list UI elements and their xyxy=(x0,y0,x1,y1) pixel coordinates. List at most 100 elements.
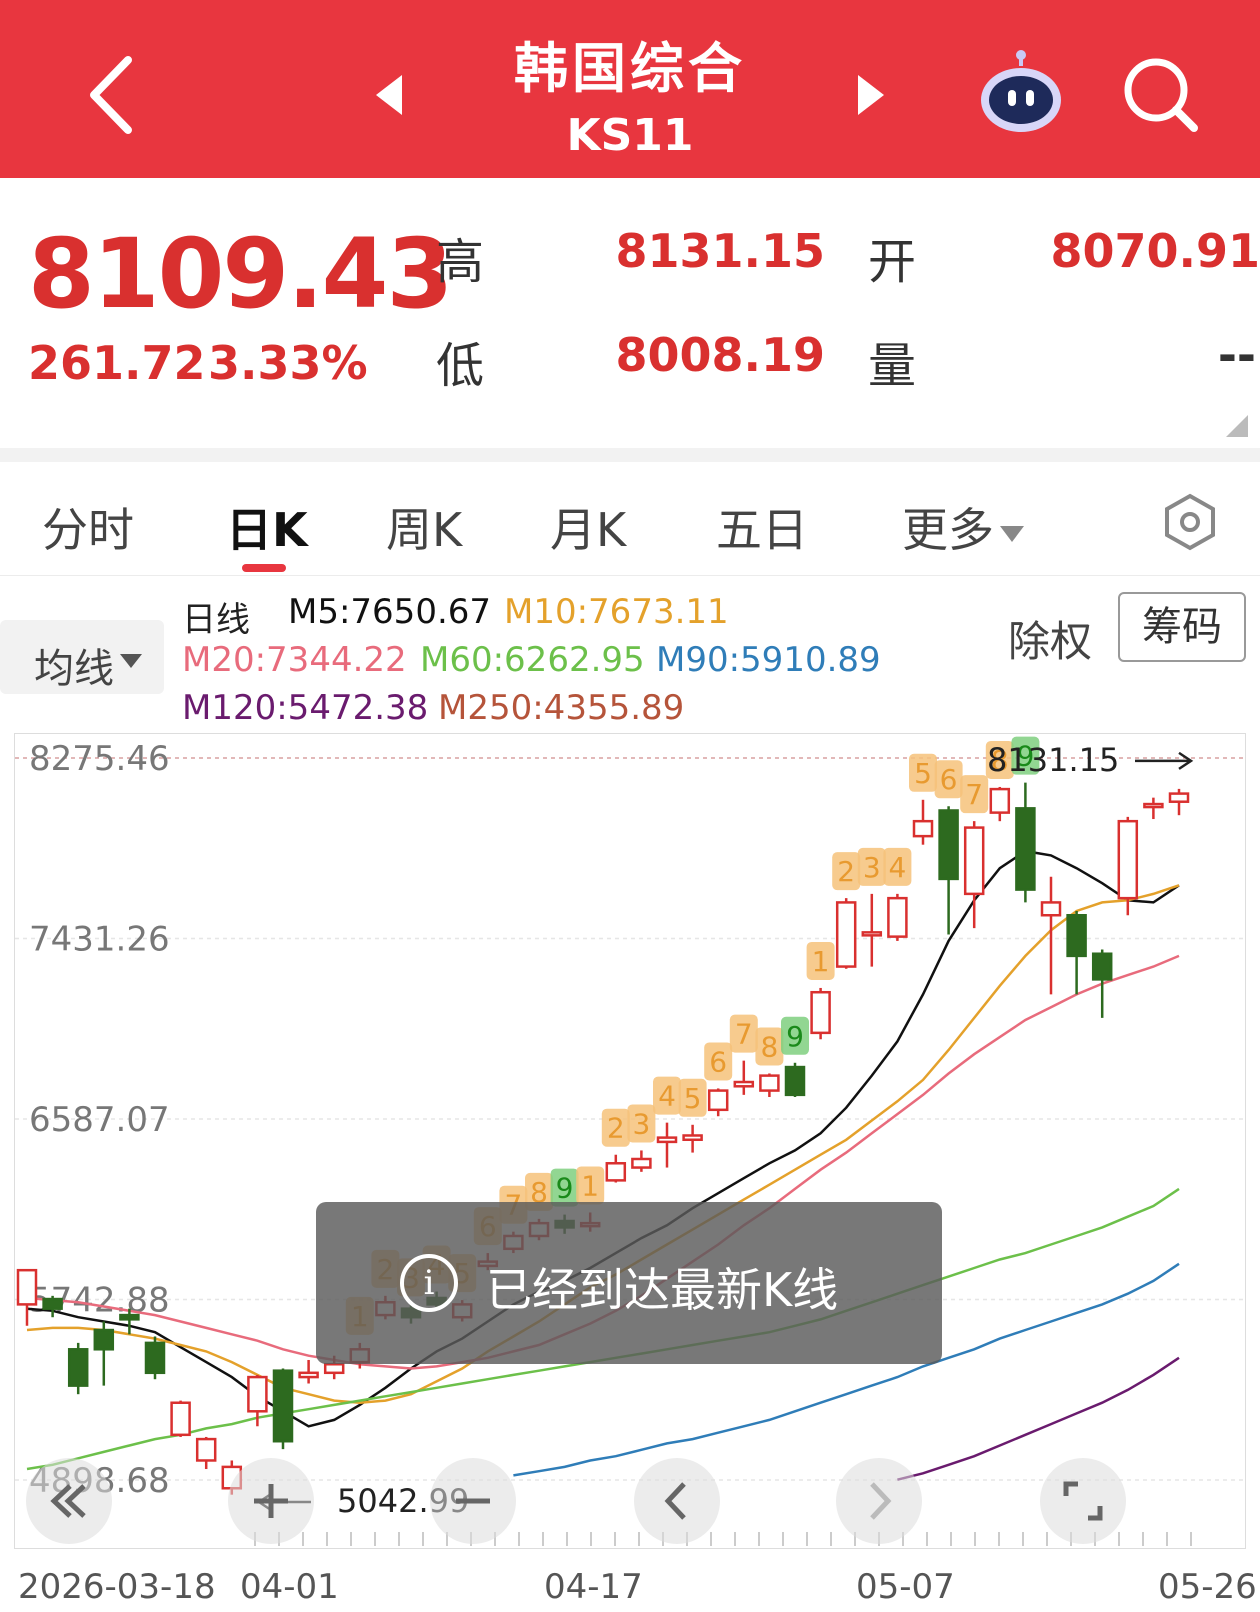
candle-down xyxy=(784,1065,806,1097)
ma-m90: M90:5910.89 xyxy=(656,640,881,680)
zoom-out-button[interactable] xyxy=(430,1458,516,1544)
chip-distribution-button[interactable]: 筹码 xyxy=(1118,592,1246,662)
candle-down xyxy=(1015,807,1036,891)
ma-m120: M120:5472.38 xyxy=(182,688,429,728)
ma-m60: M60:6262.95 xyxy=(420,640,645,680)
search-button[interactable] xyxy=(1118,52,1202,136)
candle-up xyxy=(861,931,883,937)
candle-up xyxy=(835,901,857,968)
tab-more-label: 更多 xyxy=(902,503,994,557)
next-stock-button[interactable] xyxy=(850,70,890,120)
td-sequence-label: 5 xyxy=(914,757,932,790)
td-sequence-label: 7 xyxy=(735,1018,753,1051)
fullscreen-button[interactable] xyxy=(1040,1458,1126,1544)
ma-m20: M20:7344.22 xyxy=(182,640,407,680)
robot-icon xyxy=(981,50,1061,132)
y-tick-label: 6587.07 xyxy=(29,1100,170,1140)
td-sequence-label: 7 xyxy=(965,778,983,811)
candle-up xyxy=(989,787,1011,814)
expand-corner-icon[interactable] xyxy=(1226,415,1248,437)
ma-m5: M5:7650.67 xyxy=(288,592,492,632)
high-label: 高 xyxy=(436,234,485,290)
td-sequence-label: 2 xyxy=(837,855,855,888)
chevron-left-icon xyxy=(664,1482,686,1520)
price-change-percent: 3.33% xyxy=(208,336,368,390)
candle-up xyxy=(810,990,831,1035)
assistant-button[interactable] xyxy=(975,48,1067,138)
td-sequence-label: 4 xyxy=(658,1080,676,1113)
stock-code: KS11 xyxy=(566,110,694,161)
candle-down xyxy=(938,809,959,881)
td-sequence-label: 1 xyxy=(581,1169,599,1202)
zoom-out-icon xyxy=(456,1498,490,1504)
app-header: 韩国综合 KS11 xyxy=(0,0,1260,178)
fullscreen-icon xyxy=(1063,1481,1103,1521)
candle-up xyxy=(16,1268,38,1306)
period-label: 日线 xyxy=(182,600,250,640)
candle-down xyxy=(144,1341,166,1375)
x-tick-label: 04-01 xyxy=(240,1567,339,1607)
quote-panel: 8109.43 261.72 3.33% 高 8131.15 开 8070.91… xyxy=(0,178,1260,448)
candle-up xyxy=(195,1437,217,1462)
low-value: 8008.19 xyxy=(615,328,825,382)
hexagon-settings-icon xyxy=(1165,493,1215,551)
candle-up xyxy=(963,826,985,896)
ma-selector-label: 均线 xyxy=(34,646,114,692)
caret-down-icon xyxy=(1000,525,1024,542)
ma-m10: M10:7673.11 xyxy=(504,592,729,632)
candle-up xyxy=(656,1136,678,1144)
tab-daily-k[interactable]: 日K xyxy=(226,494,308,560)
triangle-right-icon xyxy=(858,75,884,115)
td-sequence-label: 4 xyxy=(888,851,906,884)
volume-label: 量 xyxy=(868,338,917,394)
x-tick-label: 04-17 xyxy=(544,1567,643,1607)
candle-up xyxy=(733,1080,755,1088)
candle-down xyxy=(93,1328,115,1351)
scroll-left-button[interactable] xyxy=(634,1458,720,1544)
td-sequence-label: 2 xyxy=(607,1112,625,1145)
x-tick-label: 2026-03-18 xyxy=(18,1567,216,1607)
last-price: 8109.43 xyxy=(28,218,453,330)
price-change: 261.72 xyxy=(28,336,206,390)
ex-rights-toggle[interactable]: 除权 xyxy=(1008,608,1092,669)
open-value: 8070.91 xyxy=(1050,224,1260,278)
zoom-in-button[interactable] xyxy=(228,1458,314,1544)
caret-down-icon xyxy=(120,654,142,668)
td-sequence-label: 9 xyxy=(786,1020,804,1053)
ma-line-m120 xyxy=(897,1356,1180,1481)
candle-up xyxy=(707,1089,729,1112)
ma-m250: M250:4355.89 xyxy=(438,688,685,728)
rewind-button[interactable] xyxy=(26,1458,112,1544)
candle-up xyxy=(170,1401,191,1437)
search-icon xyxy=(1124,58,1198,132)
kline-chart[interactable]: 8275.467431.266587.075742.884898.6812345… xyxy=(14,733,1247,1549)
td-sequence-label: 6 xyxy=(709,1045,727,1078)
x-tick-label: 05-07 xyxy=(856,1567,955,1607)
x-tick-label: 05-26 xyxy=(1158,1567,1257,1607)
tab-weekly-k[interactable]: 周K xyxy=(386,494,462,560)
tab-five-day[interactable]: 五日 xyxy=(716,494,808,560)
ma-legend-bar: 均线 日线 M5:7650.67 M10:7673.11 M20:7344.22… xyxy=(0,576,1260,728)
active-tab-indicator xyxy=(242,564,286,572)
rewind-icon xyxy=(50,1484,86,1518)
candle-up xyxy=(631,1157,652,1169)
tab-intraday[interactable]: 分时 xyxy=(42,494,134,560)
candle-down xyxy=(272,1369,294,1443)
stock-name: 韩国综合 xyxy=(514,37,746,100)
tab-monthly-k[interactable]: 月K xyxy=(550,494,626,560)
zoom-in-icon xyxy=(254,1484,288,1518)
scroll-right-button[interactable] xyxy=(836,1458,922,1544)
candle-down xyxy=(1091,952,1113,981)
ma-selector[interactable]: 均线 xyxy=(0,620,164,694)
y-tick-label: 8275.46 xyxy=(29,739,170,779)
candle-up xyxy=(323,1363,345,1375)
tab-more[interactable]: 更多 xyxy=(902,494,1024,560)
y-tick-label: 7431.26 xyxy=(29,920,170,960)
candle-up xyxy=(605,1162,627,1182)
candle-down xyxy=(119,1313,140,1321)
chart-settings-button[interactable] xyxy=(1160,492,1220,552)
td-sequence-label: 3 xyxy=(632,1107,650,1140)
volume-value: -- xyxy=(1217,328,1256,382)
toast-notification: i 已经到达最新K线 xyxy=(316,1202,942,1364)
td-sequence-label: 8 xyxy=(760,1030,778,1063)
